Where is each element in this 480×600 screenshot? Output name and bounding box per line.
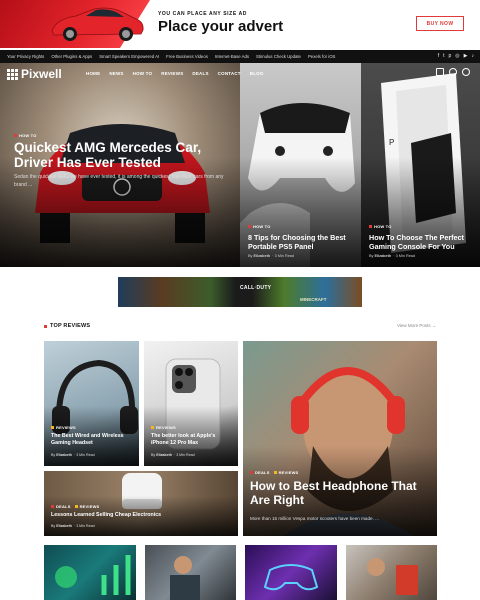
card-tags: DEALS REVIEWS	[51, 504, 99, 509]
instagram-icon[interactable]: ◎	[455, 53, 459, 59]
menu-item-blog[interactable]: BLOG	[250, 71, 264, 76]
trending-link[interactable]: Smart Speakers Empowered AI	[99, 54, 159, 59]
hero-side-1-meta: By Elizabeth · 3 Min Read	[248, 254, 295, 258]
main-menu: HOME NEWS HOW TO REVIEWS DEALS CONTACT B…	[86, 71, 264, 76]
logo-mark-icon	[7, 68, 18, 80]
logo-text: Pixwell	[21, 67, 62, 81]
neon-controller-image	[263, 564, 319, 591]
youtube-icon[interactable]: ▶	[464, 53, 468, 59]
hero-side-2-meta: By Elizabeth · 3 Min Read	[369, 254, 416, 258]
post-thumbnail-robotics[interactable]	[346, 545, 437, 600]
review-card-echo[interactable]: DEALS REVIEWS Lessons Learned Selling Ch…	[44, 471, 238, 536]
post-thumbnail-gaming[interactable]	[245, 545, 337, 600]
card-tag[interactable]: REVIEWS	[74, 504, 100, 509]
card-title[interactable]: Lessons Learned Selling Cheap Electronic…	[51, 512, 231, 519]
view-more-link[interactable]: View More Posts →	[397, 323, 436, 328]
search-icon[interactable]	[462, 68, 470, 76]
social-links: f t p ◎ ▶ ♪	[438, 53, 474, 59]
card-meta: By Elizabeth · 3 Min Read	[51, 524, 95, 528]
ad-small-text: YOU CAN PLACE ANY SIZE AD	[158, 11, 247, 17]
hero-side-1-text: HOW TO 8 Tips for Choosing the Best Port…	[240, 63, 361, 267]
trending-link[interactable]: Internet-Base Ads	[215, 54, 249, 59]
card-title[interactable]: The better look at Apple's iPhone 12 Pro…	[151, 433, 233, 447]
review-card-headphone-feature[interactable]: DEALS REVIEWS How to Best Headphone That…	[243, 341, 437, 536]
ad-headline: Place your advert	[158, 18, 284, 35]
top-advert[interactable]: YOU CAN PLACE ANY SIZE AD Place your adv…	[0, 0, 480, 48]
menu-item-home[interactable]: HOME	[86, 71, 100, 76]
robotics-image	[367, 558, 418, 595]
trending-bar: Your Privacy Rights Other Plugins & Apps…	[0, 50, 480, 63]
menu-item-contact[interactable]: CONTACT	[218, 71, 241, 76]
bookmark-icon[interactable]	[436, 68, 444, 76]
trending-link[interactable]: Your Privacy Rights	[7, 54, 44, 59]
workshop-image	[170, 556, 200, 600]
banner-game-title-2: MINECRAFT	[300, 297, 327, 302]
hero-side-1-title[interactable]: 8 Tips for Choosing the Best Portable PS…	[248, 233, 358, 251]
card-tag[interactable]: REVIEWS	[51, 425, 76, 430]
twitter-icon[interactable]: t	[443, 53, 444, 59]
banner-game-title-1: CALL·DUTY	[240, 285, 272, 291]
tag-dot-icon	[14, 134, 17, 137]
facebook-icon[interactable]: f	[438, 53, 439, 59]
card-tag[interactable]: REVIEWS	[273, 470, 299, 475]
menu-item-how-to[interactable]: HOW TO	[133, 71, 153, 76]
hero-main-excerpt: Sedan the quickest AMG we have ever test…	[14, 174, 224, 188]
trending-links: Your Privacy Rights Other Plugins & Apps…	[0, 54, 335, 59]
hero-side-2-tag[interactable]: HOW TO	[369, 224, 392, 229]
card-tag[interactable]: DEALS	[250, 470, 270, 475]
site-logo[interactable]: Pixwell	[7, 67, 62, 81]
card-tag[interactable]: DEALS	[51, 504, 71, 509]
card-tag[interactable]: REVIEWS	[151, 425, 176, 430]
review-card-headset[interactable]: REVIEWS The Best Wired and Wireless Gami…	[44, 341, 139, 466]
card-tags: DEALS REVIEWS	[250, 470, 298, 475]
menu-item-deals[interactable]: DEALS	[192, 71, 208, 76]
buy-now-button[interactable]: BUY NOW	[416, 16, 464, 31]
red-car-image	[51, 7, 144, 41]
card-excerpt: More than 15 million Vespa motor scooter…	[250, 516, 379, 521]
card-meta: By Elizabeth · 3 Min Read	[151, 453, 195, 457]
post-thumbnail-workshop[interactable]	[145, 545, 236, 600]
menu-item-reviews[interactable]: REVIEWS	[161, 71, 183, 76]
tiktok-icon[interactable]: ♪	[472, 53, 475, 59]
pinterest-icon[interactable]: p	[448, 53, 451, 59]
post-thumbnail-finance[interactable]	[44, 545, 136, 600]
section-heading: TOP REVIEWS	[44, 323, 90, 329]
card-meta: By Elizabeth · 3 Min Read	[51, 453, 95, 457]
header-tools	[436, 68, 470, 76]
hero-main-title[interactable]: Quickest AMG Mercedes Car, Driver Has Ev…	[14, 140, 224, 170]
heading-dot-icon	[44, 324, 47, 328]
hero-side-2-title[interactable]: How To Choose The Perfect Gaming Console…	[369, 233, 479, 251]
menu-item-news[interactable]: NEWS	[109, 71, 123, 76]
trending-link[interactable]: Other Plugins & Apps	[51, 54, 92, 59]
main-navbar: Pixwell HOME NEWS HOW TO REVIEWS DEALS C…	[0, 63, 480, 85]
trending-link[interactable]: Stimulus Check Update	[256, 54, 301, 59]
hero-main-tag[interactable]: HOW TO	[14, 133, 37, 138]
hero-side-1-tag[interactable]: HOW TO	[248, 224, 271, 229]
trending-link[interactable]: Pexels for iOS	[308, 54, 335, 59]
dark-mode-toggle-icon[interactable]	[449, 68, 457, 76]
hero-side-2-text: HOW TO How To Choose The Perfect Gaming …	[361, 63, 480, 267]
review-card-iphone[interactable]: REVIEWS The better look at Apple's iPhon…	[144, 341, 238, 466]
card-title[interactable]: How to Best Headphone That Are Right	[250, 479, 420, 507]
trending-link[interactable]: Free Business Videos	[166, 54, 208, 59]
business-growth-image	[55, 555, 131, 595]
card-title[interactable]: The Best Wired and Wireless Gaming Heads…	[51, 433, 135, 447]
games-banner-ad[interactable]: CALL·DUTY MINECRAFT	[118, 277, 362, 307]
